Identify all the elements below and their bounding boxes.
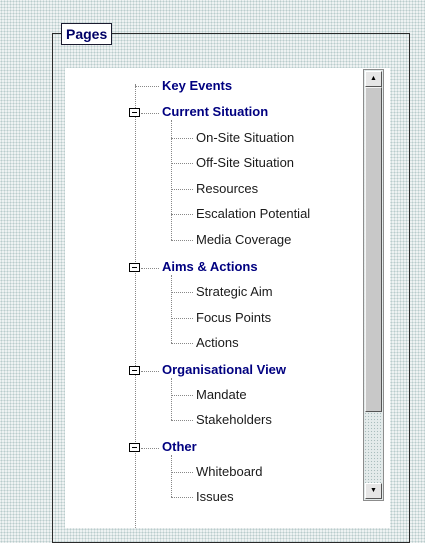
tree-connector [141,448,159,449]
tree-connector [135,86,159,87]
scrollbar-thumb[interactable] [365,87,382,412]
tree-item-current-situation[interactable]: Current Situation [162,104,268,120]
tree-item-on-site-situation[interactable]: On-Site Situation [196,130,294,146]
tree-item-escalation-potential[interactable]: Escalation Potential [196,206,310,222]
tree-connector [141,113,159,114]
tree-connector [171,292,193,293]
tree-item-organisational-view[interactable]: Organisational View [162,362,286,378]
tree-item-aims-actions[interactable]: Aims & Actions [162,259,258,275]
tree-connector [171,318,193,319]
tree-root-line [135,84,136,528]
tree-connector [141,268,159,269]
tree-item-stakeholders[interactable]: Stakeholders [196,412,272,428]
tree-connector [171,240,193,241]
collapse-minus-icon[interactable] [129,366,140,375]
tree-item-media-coverage[interactable]: Media Coverage [196,232,291,248]
tree-item-actions[interactable]: Actions [196,335,239,351]
tree-branch-line [171,455,172,497]
tree-connector [141,371,159,372]
tree-item-whiteboard[interactable]: Whiteboard [196,464,262,480]
tree-item-other[interactable]: Other [162,439,197,455]
scroll-down-arrow-icon[interactable]: ▼ [365,483,382,499]
scroll-up-arrow-icon[interactable]: ▲ [365,71,382,87]
tree-connector [171,395,193,396]
tree-item-mandate[interactable]: Mandate [196,387,247,403]
tree-branch-line [171,378,172,420]
tree-item-strategic-aim[interactable]: Strategic Aim [196,284,273,300]
collapse-minus-icon[interactable] [129,443,140,452]
tree-connector [171,189,193,190]
pages-legend: Pages [61,23,113,45]
collapse-minus-icon[interactable] [129,108,140,117]
tree-item-off-site-situation[interactable]: Off-Site Situation [196,155,294,171]
tree-connector [171,138,193,139]
collapse-minus-icon[interactable] [129,263,140,272]
tree-item-resources[interactable]: Resources [196,181,258,197]
tree-item-issues[interactable]: Issues [196,489,234,505]
tree-connector [171,343,193,344]
tree-connector [171,163,193,164]
tree-item-focus-points[interactable]: Focus Points [196,310,271,326]
tree-branch-line [171,275,172,343]
pages-tree: Key Events Current Situation On-Site Sit… [65,68,390,528]
tree-item-key-events[interactable]: Key Events [162,78,232,94]
vertical-scrollbar[interactable]: ▲ ▼ [363,69,384,501]
tree-connector [171,420,193,421]
tree-connector [171,472,193,473]
tree-connector [171,497,193,498]
tree-connector [171,214,193,215]
